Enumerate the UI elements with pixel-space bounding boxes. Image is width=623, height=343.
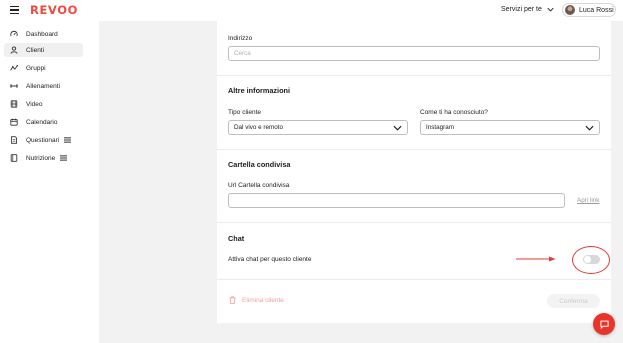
sidebar-item-label: Dashboard (26, 30, 58, 38)
sidebar-item-allenamenti[interactable]: Allenamenti (4, 79, 83, 93)
section-divider (217, 75, 611, 76)
address-placeholder: Cerca (234, 50, 251, 57)
avatar (565, 5, 575, 15)
sidebar-item-gruppi[interactable]: Gruppi (4, 61, 83, 75)
chevron-down-icon (547, 7, 554, 12)
source-select[interactable]: Instagram (420, 120, 600, 135)
chat-toggle-label: Attiva chat per questo cliente (228, 256, 312, 263)
sidebar-item-label: Allenamenti (26, 82, 60, 90)
calendar-icon (10, 118, 18, 126)
sidebar-item-label: Clienti (26, 46, 45, 54)
sidebar-item-label: Gruppi (26, 64, 46, 72)
book-icon (10, 154, 18, 162)
address-label: Indirizzo (228, 35, 253, 42)
group-icon (10, 64, 18, 72)
list-icon (60, 155, 68, 161)
client-form-panel (217, 21, 611, 323)
shared-folder-title: Cartella condivisa (228, 160, 291, 169)
sidebar-item-label: Nutrizione (26, 154, 56, 162)
address-search-input[interactable]: Cerca (228, 46, 600, 61)
delete-client-button[interactable]: Elimina cliente (229, 296, 284, 304)
client-type-value: Dal vivo e remoto (234, 124, 283, 131)
chevron-down-icon (585, 125, 594, 131)
sidebar-item-calendario[interactable]: Calendario (4, 115, 83, 129)
annotation-arrow-icon (516, 256, 556, 262)
chat-fab-button[interactable] (593, 313, 615, 335)
gauge-icon (10, 30, 18, 38)
section-divider (217, 279, 611, 280)
sidebar-item-clienti[interactable]: Clienti (4, 43, 83, 57)
app-logo[interactable]: REVOO (30, 3, 78, 17)
open-link[interactable]: Apri link (577, 197, 599, 204)
folder-url-input[interactable] (228, 193, 565, 208)
chat-title: Chat (228, 234, 245, 243)
chat-icon (599, 320, 609, 329)
services-label: Servizi per te (501, 6, 542, 13)
hamburger-menu-icon[interactable] (10, 6, 19, 14)
toggle-knob (584, 256, 591, 263)
chevron-down-icon (393, 125, 402, 131)
chat-toggle-switch[interactable] (583, 255, 600, 264)
source-value: Instagram (426, 124, 454, 131)
dumbbell-icon (10, 82, 18, 90)
film-icon (10, 100, 18, 108)
section-divider (217, 222, 611, 223)
sidebar-item-label: Video (26, 100, 43, 108)
sidebar-item-dashboard[interactable]: Dashboard (4, 27, 83, 41)
user-menu-button[interactable]: Luca Rossi (562, 3, 616, 17)
source-label: Come ti ha conosciuto? (420, 109, 488, 116)
confirm-label: Conferma (559, 297, 588, 305)
confirm-button[interactable]: Conferma (547, 294, 600, 308)
top-bar: REVOO Servizi per te Luca Rossi (0, 0, 623, 21)
user-name: Luca Rossi (579, 6, 614, 14)
other-info-title: Altre informazioni (228, 86, 291, 95)
delete-client-label: Elimina cliente (242, 296, 284, 304)
client-type-label: Tipo cliente (228, 109, 261, 116)
sidebar-item-video[interactable]: Video (4, 97, 83, 111)
sidebar-item-nutrizione[interactable]: Nutrizione (4, 151, 83, 165)
folder-url-label: Url Cartella condivisa (228, 182, 290, 189)
sidebar: Dashboard Clienti Gruppi Allenamenti Vid… (0, 21, 99, 343)
trash-icon (229, 296, 236, 304)
document-icon (10, 136, 18, 144)
sidebar-item-questionari[interactable]: Questionari (4, 133, 83, 147)
user-icon (10, 46, 18, 54)
section-divider (217, 149, 611, 150)
client-type-select[interactable]: Dal vivo e remoto (228, 120, 408, 135)
services-dropdown[interactable]: Servizi per te (501, 6, 554, 13)
sidebar-item-label: Calendario (26, 118, 58, 126)
sidebar-item-label: Questionari (26, 136, 60, 144)
list-icon (64, 137, 72, 143)
